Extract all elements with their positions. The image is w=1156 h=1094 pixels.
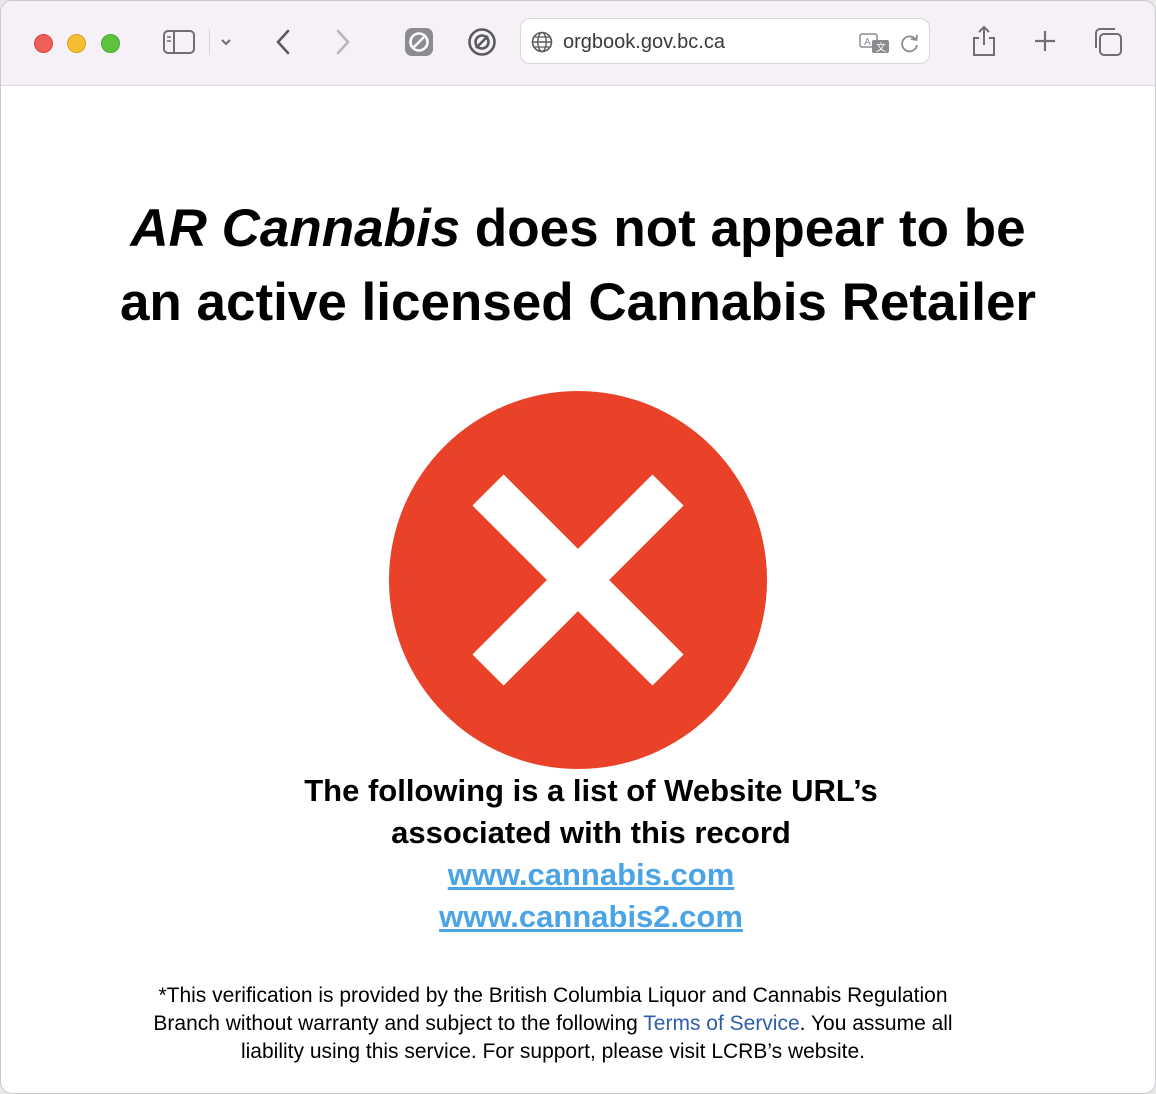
translate-icon[interactable]: A文 <box>859 31 891 55</box>
terms-of-service-link[interactable]: Terms of Service <box>643 1012 799 1035</box>
verification-disclaimer: *This verification is provided by the Br… <box>1 982 1105 1066</box>
urls-heading-line1: The following is a list of Website URL’s <box>304 773 878 808</box>
urls-heading-line2: associated with this record <box>391 815 791 850</box>
title-line2-text: an active licensed Cannabis Retailer <box>119 273 1037 332</box>
reload-icon[interactable] <box>898 31 922 55</box>
blocker-icon[interactable] <box>403 26 435 58</box>
page-title: AR Cannabis does not appear to be an act… <box>1 192 1155 340</box>
disclaimer-line1: *This verification is provided by the Br… <box>158 984 948 1007</box>
forward-icon[interactable] <box>329 25 357 59</box>
zoom-window-button[interactable] <box>101 34 120 53</box>
browser-toolbar: orgbook.gov.bc.ca A文 <box>1 1 1155 86</box>
svg-text:A: A <box>864 37 871 48</box>
business-name: AR Cannabis <box>130 199 461 258</box>
share-icon[interactable] <box>969 23 999 59</box>
website-url-link[interactable]: www.cannabis2.com <box>1 896 1155 938</box>
url-text: orgbook.gov.bc.ca <box>563 31 725 53</box>
disclaimer-line3: liability using this service. For suppor… <box>240 1040 866 1063</box>
close-window-button[interactable] <box>34 34 53 53</box>
back-icon[interactable] <box>269 25 297 59</box>
sidebar-icon[interactable] <box>161 27 197 57</box>
globe-icon <box>530 30 554 54</box>
minimize-window-button[interactable] <box>67 34 86 53</box>
svg-text:文: 文 <box>876 41 886 54</box>
new-tab-icon[interactable] <box>1031 27 1059 55</box>
disclaimer-line2-post: . You assume all <box>799 1012 953 1035</box>
browser-window: orgbook.gov.bc.ca A文 AR Cannabis does no… <box>0 0 1156 1094</box>
page-content: AR Cannabis does not appear to be an act… <box>1 86 1155 1093</box>
urls-heading: The following is a list of Website URL’s… <box>1 770 1155 854</box>
privacy-icon[interactable] <box>466 26 498 58</box>
disclaimer-line2-pre: Branch without warranty and subject to t… <box>153 1012 644 1035</box>
tab-overview-icon[interactable] <box>1091 25 1125 59</box>
website-url-link[interactable]: www.cannabis.com <box>1 854 1155 896</box>
chevron-down-icon[interactable] <box>216 33 236 51</box>
address-bar[interactable]: orgbook.gov.bc.ca A文 <box>520 18 930 64</box>
error-x-icon <box>389 391 767 769</box>
title-line1-text: does not appear to be <box>460 199 1026 258</box>
